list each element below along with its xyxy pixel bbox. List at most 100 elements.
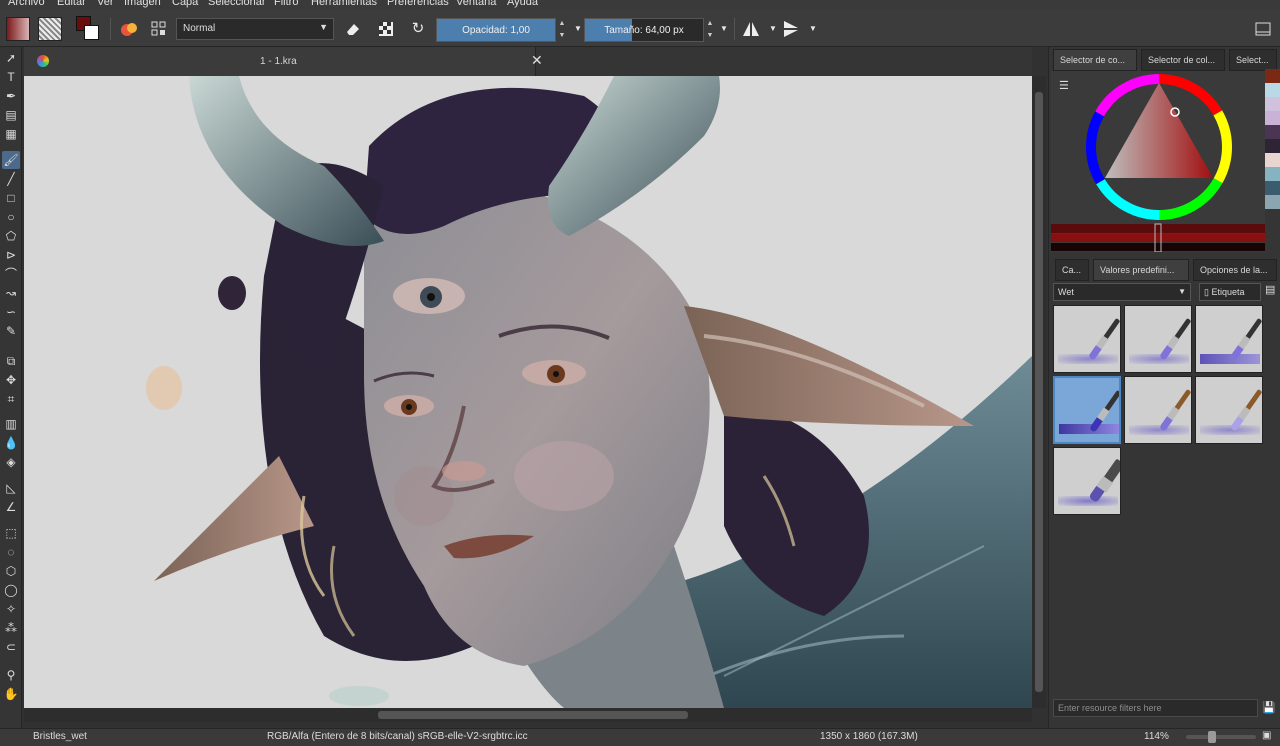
color-picker-tool-icon[interactable]: 💧 [2, 434, 20, 452]
polygon-tool-icon[interactable]: ⬠ [2, 227, 20, 245]
palette-swatch[interactable] [1265, 83, 1280, 97]
tab-capas[interactable]: Ca... [1055, 259, 1089, 281]
brush-preset-item[interactable] [1053, 447, 1121, 515]
eraser-mode-icon[interactable] [342, 18, 364, 40]
text-tool-icon[interactable]: T [2, 68, 20, 86]
background-color-swatch[interactable] [84, 25, 99, 40]
menu-ayuda[interactable]: Ayuda [507, 0, 538, 8]
rectangular-selection-icon[interactable]: ⬚ [2, 524, 20, 542]
blend-mode-dropdown[interactable]: Normal ▼ [176, 18, 334, 40]
multibrush-tool-icon[interactable]: ✎ [2, 322, 20, 340]
menu-herramientas[interactable]: Herramientas [311, 0, 377, 8]
palette-swatch[interactable] [1265, 97, 1280, 111]
polyline-tool-icon[interactable]: ⊳ [2, 246, 20, 264]
document-tab[interactable]: 1 - 1.kra ✕ [24, 47, 543, 76]
palette-swatch[interactable] [1265, 195, 1280, 209]
foreground-background-colors[interactable] [76, 16, 102, 42]
fill-tool-icon[interactable]: ◈ [2, 453, 20, 471]
workspace-chooser-icon[interactable] [1252, 18, 1274, 40]
preset-view-mode-icon[interactable]: ▤ [1265, 283, 1279, 301]
tag-button[interactable]: ▯ Etiqueta [1199, 283, 1261, 301]
brush-settings-grid-icon[interactable] [148, 18, 170, 40]
freehand-brush-tool-icon[interactable]: 🖌 [2, 151, 20, 169]
brush-preset-item[interactable] [1195, 305, 1263, 373]
crop-tool-icon[interactable]: ⌗ [2, 390, 20, 408]
magic-wand-selection-icon[interactable]: ✧ [2, 600, 20, 618]
assistant-tool-icon[interactable]: ◺ [2, 479, 20, 497]
palette-swatch[interactable] [1265, 111, 1280, 125]
rectangle-tool-icon[interactable]: □ [2, 189, 20, 207]
similar-color-selection-icon[interactable]: ⁂ [2, 619, 20, 637]
menu-editar[interactable]: Editar [57, 0, 86, 8]
opacity-spinner[interactable]: ▲ ▼ [557, 18, 567, 42]
color-history-strip[interactable] [1051, 224, 1265, 233]
tab-brush-presets[interactable]: Valores predefini... [1093, 259, 1189, 281]
polygonal-selection-icon[interactable]: ⬡ [2, 562, 20, 580]
zoom-slider[interactable] [1186, 731, 1256, 743]
elliptical-selection-icon[interactable]: ◌ [2, 543, 20, 561]
brush-preset-item[interactable] [1053, 305, 1121, 373]
color-wheel[interactable] [1051, 71, 1265, 252]
gradient-tool-icon[interactable]: ▥ [2, 415, 20, 433]
line-tool-icon[interactable]: ╱ [2, 170, 20, 188]
select-shapes-tool-icon[interactable]: ➚ [2, 49, 20, 67]
ellipse-tool-icon[interactable]: ○ [2, 208, 20, 226]
horizontal-scroll-thumb[interactable] [378, 711, 688, 719]
edit-shapes-tool-icon[interactable]: ▤ [2, 106, 20, 124]
menu-imagen[interactable]: Imagen [124, 0, 161, 8]
gradient-selector[interactable] [6, 17, 30, 41]
brush-preset-item[interactable] [1124, 376, 1192, 444]
canvas[interactable] [24, 76, 1032, 708]
pattern-selector[interactable] [38, 17, 62, 41]
menu-ver[interactable]: Ver [97, 0, 114, 8]
brush-preset-item[interactable] [1195, 376, 1263, 444]
save-preset-icon[interactable]: 💾 [1261, 699, 1277, 717]
freehand-path-tool-icon[interactable]: ↝ [2, 284, 20, 302]
preserve-alpha-icon[interactable] [375, 18, 397, 40]
vertical-scroll-thumb[interactable] [1035, 92, 1043, 692]
canvas-only-mode-icon[interactable]: ▣ [1262, 730, 1271, 741]
move-tool-icon[interactable]: ✥ [2, 371, 20, 389]
palette-swatch[interactable] [1265, 69, 1280, 83]
mirror-horizontal-icon[interactable] [740, 18, 762, 40]
close-icon[interactable]: ✕ [531, 52, 543, 69]
menu-archivo[interactable]: Archivo [8, 0, 45, 8]
brush-preset-item-selected[interactable] [1053, 376, 1121, 444]
tab-tool-options[interactable]: Opciones de la... [1193, 259, 1277, 281]
color-palette-strip[interactable] [1265, 69, 1280, 252]
preset-tag-dropdown[interactable]: Wet ▼ [1053, 283, 1191, 301]
palette-swatch[interactable] [1265, 139, 1280, 153]
resource-filter-input[interactable]: Enter resource filters here [1053, 699, 1258, 717]
mirror-vertical-menu-icon[interactable]: ▼ [802, 18, 824, 40]
size-menu-chevron-icon[interactable]: ▼ [713, 18, 735, 40]
transform-tool-icon[interactable]: ⧉ [2, 352, 20, 370]
bezier-tool-icon[interactable]: ⌒ [2, 265, 20, 283]
menu-ventana[interactable]: Ventana [456, 0, 496, 8]
horizontal-scrollbar[interactable] [24, 708, 1032, 722]
brush-preset-item[interactable] [1124, 305, 1192, 373]
menu-filtro[interactable]: Filtro [274, 0, 298, 8]
menu-seleccionar[interactable]: Seleccionar [208, 0, 265, 8]
vertical-scrollbar[interactable] [1032, 76, 1046, 708]
opacity-slider[interactable]: Opacidad: 1,00 [436, 18, 556, 42]
mirror-vertical-icon[interactable] [780, 18, 802, 40]
zoom-slider-knob[interactable] [1208, 731, 1216, 743]
zoom-tool-icon[interactable]: ⚲ [2, 666, 20, 684]
reload-preset-icon[interactable]: ↻ [407, 18, 429, 40]
palette-swatch[interactable] [1265, 125, 1280, 139]
measure-tool-icon[interactable]: ∠ [2, 498, 20, 516]
freehand-selection-icon[interactable]: ◯ [2, 581, 20, 599]
bezier-selection-icon[interactable]: ⊂ [2, 638, 20, 656]
gradient-edit-tool-icon[interactable]: ▦ [2, 125, 20, 143]
menu-capa[interactable]: Capa [172, 0, 198, 8]
menu-preferencias[interactable]: Preferencias [387, 0, 449, 8]
tab-advanced-color-selector[interactable]: Selector de co... [1053, 49, 1137, 71]
brush-presets-icon[interactable] [118, 18, 140, 40]
tab-color-selector[interactable]: Selector de col... [1141, 49, 1225, 71]
tab-selector-other[interactable]: Select... [1229, 49, 1277, 71]
pan-tool-icon[interactable]: ✋ [2, 685, 20, 703]
dynamic-brush-tool-icon[interactable]: ∽ [2, 303, 20, 321]
palette-swatch[interactable] [1265, 167, 1280, 181]
palette-swatch[interactable] [1265, 153, 1280, 167]
size-slider[interactable]: Tamaño: 64,00 px [584, 18, 704, 42]
